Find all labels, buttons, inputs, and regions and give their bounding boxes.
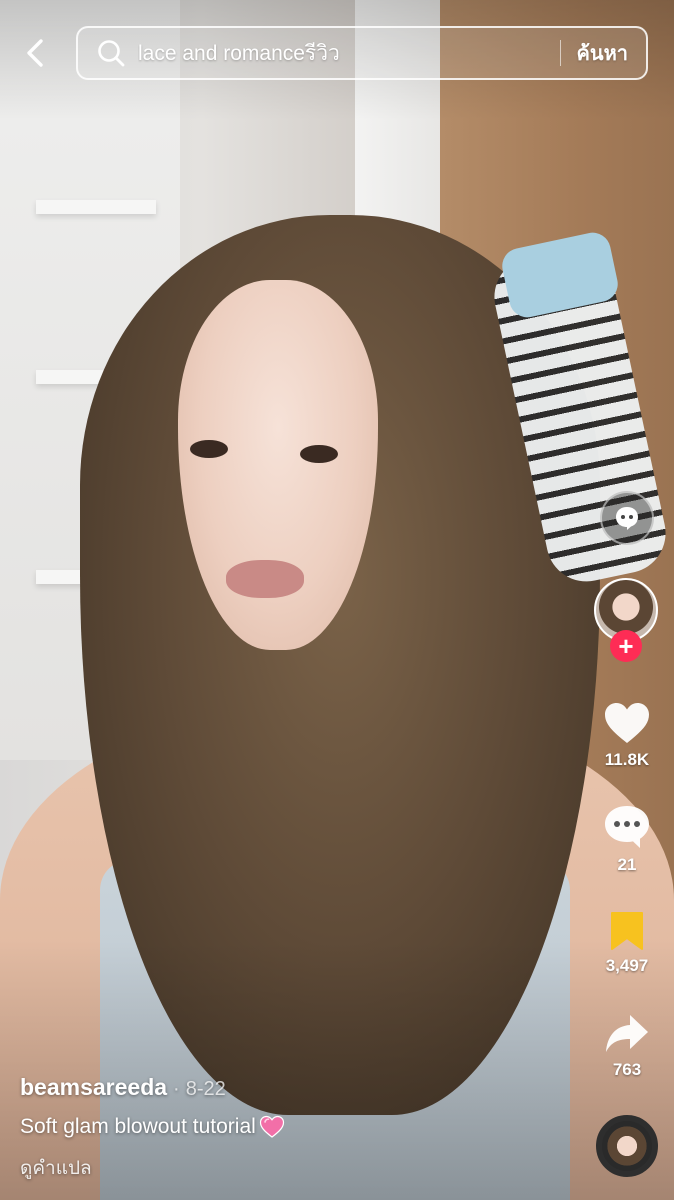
like-button[interactable]: 11.8K xyxy=(590,700,664,770)
search-input[interactable]: lace and romanceรีวิว xyxy=(138,37,560,70)
ai-assistant-button[interactable] xyxy=(600,491,654,545)
search-icon xyxy=(94,36,128,70)
comment-count: 21 xyxy=(617,855,637,874)
see-translation-link[interactable]: ดูคำแปล xyxy=(20,1153,560,1183)
search-submit-button[interactable]: ค้นหา xyxy=(561,37,646,69)
video-subject-eye xyxy=(190,440,228,458)
pink-heart-emoji xyxy=(259,1115,285,1139)
author-row: beamsareeda · 8-22 xyxy=(20,1074,560,1101)
post-date: 8-22 xyxy=(185,1078,226,1100)
plus-icon: + xyxy=(618,631,634,661)
bookmark-icon xyxy=(611,912,643,950)
heart-icon xyxy=(605,703,649,743)
sound-disc[interactable] xyxy=(596,1115,658,1177)
follow-button[interactable]: + xyxy=(610,630,642,662)
save-button[interactable]: 3,497 xyxy=(590,910,664,976)
like-count: 11.8K xyxy=(604,750,650,769)
video-description[interactable]: Soft glam blowout tutorial xyxy=(20,1115,560,1139)
video-shelf xyxy=(36,200,156,214)
save-count: 3,497 xyxy=(605,956,649,975)
comment-bubble-icon xyxy=(605,806,649,848)
description-text: Soft glam blowout tutorial xyxy=(20,1115,256,1138)
chevron-left-icon xyxy=(27,39,43,67)
video-caption: beamsareeda · 8-22 Soft glam blowout tut… xyxy=(20,1074,560,1183)
share-arrow-icon xyxy=(606,1015,648,1052)
back-button[interactable] xyxy=(18,36,52,70)
comment-button[interactable]: 21 xyxy=(590,803,664,875)
video-player[interactable] xyxy=(0,0,674,1200)
share-button[interactable]: 763 xyxy=(590,1012,664,1080)
video-subject-lips xyxy=(226,560,304,598)
share-count: 763 xyxy=(612,1060,642,1079)
ai-assistant-icon xyxy=(616,507,638,530)
video-feed-screen: lace and romanceรีวิว ค้นหา + 11.8K 21 3… xyxy=(0,0,674,1200)
creator-username[interactable]: beamsareeda xyxy=(20,1074,167,1101)
date-separator: · xyxy=(173,1078,180,1100)
search-bar[interactable]: lace and romanceรีวิว ค้นหา xyxy=(76,26,648,80)
video-subject-eye xyxy=(300,445,338,463)
